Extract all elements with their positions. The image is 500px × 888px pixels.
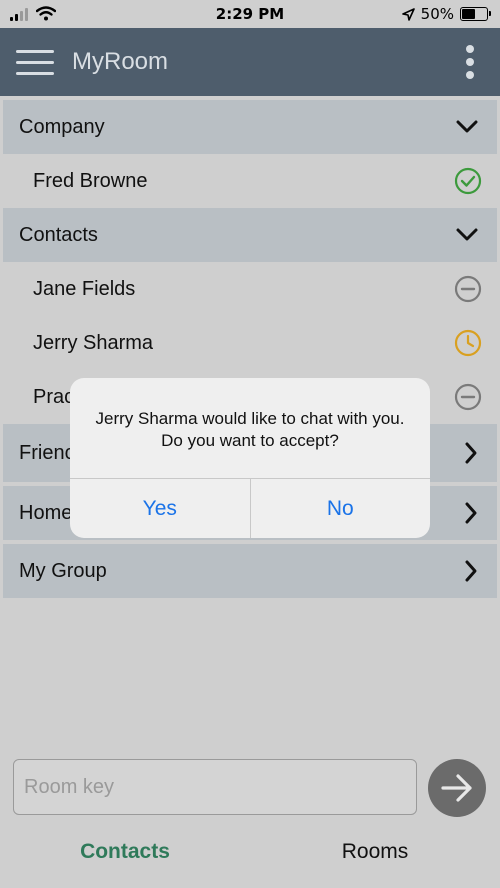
status-right: 50% [401,5,491,23]
battery-fill [462,9,475,19]
app-title: MyRoom [72,48,169,75]
chevron-right-icon [465,502,477,524]
room-key-row [13,759,487,819]
contact-name: Jane Fields [33,277,136,300]
contact-name: Prac [33,385,75,408]
group-label: Contacts [19,223,98,246]
contact-row-jerry-sharma[interactable]: Jerry Sharma [0,316,500,370]
contact-name: Fred Browne [33,169,148,192]
room-key-input[interactable] [13,759,417,815]
busy-minus-icon [454,275,482,303]
group-label: Home [19,501,73,524]
dialog-message: Jerry Sharma would like to chat with you… [95,409,405,450]
bottom-tabs: Contacts Rooms [0,832,500,872]
more-vertical-icon[interactable] [466,45,474,79]
contact-row-fred-browne[interactable]: Fred Browne [0,154,500,208]
yes-button[interactable]: Yes [70,479,250,538]
group-label: Frienc [19,441,75,464]
chevron-right-icon [465,442,477,464]
contact-name: Jerry Sharma [33,331,154,354]
go-button[interactable] [428,759,486,817]
chevron-down-icon [456,228,478,241]
contact-row-jane-fields[interactable]: Jane Fields [0,262,500,316]
battery-icon [460,7,491,21]
group-contacts[interactable]: Contacts [3,208,497,262]
group-label: Company [19,115,105,138]
busy-minus-icon [454,383,482,411]
tab-rooms[interactable]: Rooms [250,832,500,872]
chevron-down-icon [456,120,478,133]
group-company[interactable]: Company [3,100,497,154]
group-my-group[interactable]: My Group [3,540,497,598]
away-clock-icon [454,329,482,357]
hamburger-menu-icon[interactable] [16,50,54,76]
group-label: My Group [19,559,107,582]
no-button[interactable]: No [249,479,431,538]
chevron-right-icon [465,560,477,582]
arrow-right-icon [441,774,472,802]
online-check-icon [454,167,482,195]
app-bar: MyRoom [0,28,500,96]
location-arrow-icon [401,7,415,21]
tab-contacts[interactable]: Contacts [0,832,250,872]
battery-percent: 50% [420,5,454,23]
chat-request-dialog: Jerry Sharma would like to chat with you… [70,378,430,538]
status-bar: 2:29 PM 50% [0,0,500,28]
dialog-actions: Yes No [70,478,430,538]
